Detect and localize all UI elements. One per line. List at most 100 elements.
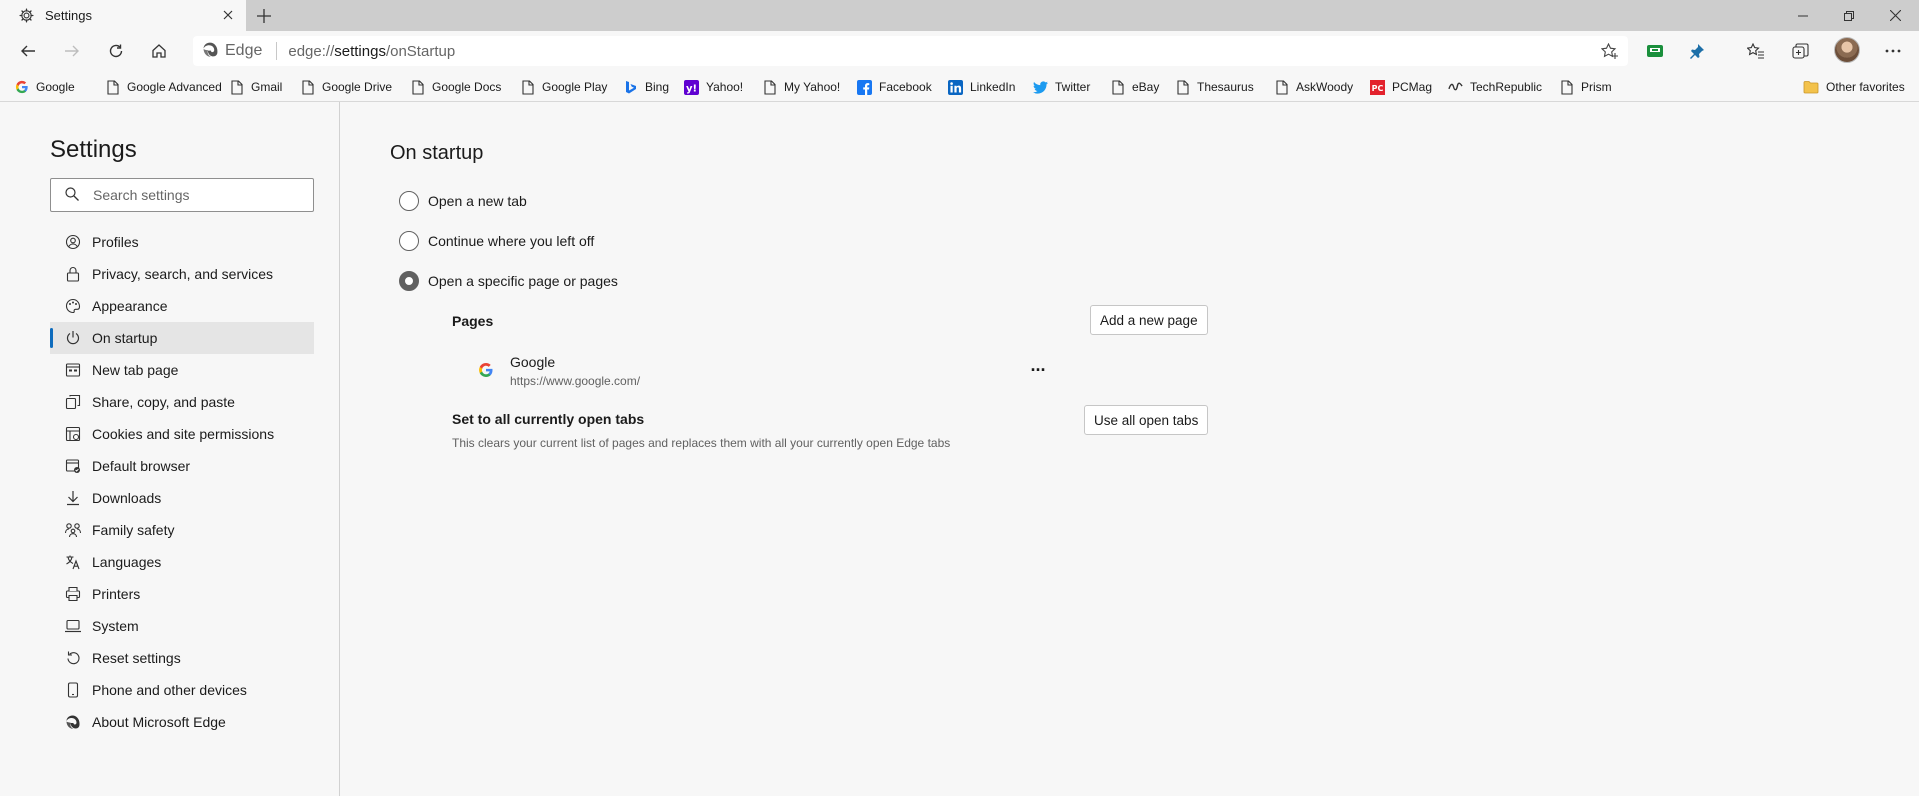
favorite-yahoo[interactable]: y! Yahoo! bbox=[684, 77, 743, 97]
favorite-bing[interactable]: Bing bbox=[623, 77, 669, 97]
sidebar-item-label: Languages bbox=[92, 554, 162, 570]
favorite-label: PCMag bbox=[1392, 80, 1433, 94]
bing-icon bbox=[623, 80, 638, 95]
favorite-twitter[interactable]: Twitter bbox=[1033, 77, 1090, 97]
address-bar[interactable]: Edge edge://settings/onStartup bbox=[193, 36, 1628, 66]
favorites-bar: Google Google Advanced Gmail Google Drive Go… bbox=[0, 71, 1919, 102]
favorite-google-docs[interactable]: Google Docs bbox=[410, 77, 501, 97]
favorite-label: TechRepublic bbox=[1470, 80, 1543, 94]
radio-open-new-tab[interactable] bbox=[399, 191, 419, 211]
svg-text:PC: PC bbox=[1372, 83, 1384, 92]
add-new-page-button[interactable]: Add a new page bbox=[1090, 305, 1208, 335]
new-tab-button[interactable] bbox=[252, 4, 276, 28]
profile-avatar[interactable] bbox=[1834, 37, 1860, 63]
sidebar-item-label: Downloads bbox=[92, 490, 162, 506]
google-favicon-icon bbox=[478, 362, 494, 378]
tab-settings[interactable]: Settings bbox=[0, 0, 246, 31]
sidebar-item-family-safety[interactable]: Family safety bbox=[50, 514, 314, 546]
settings-and-more-icon[interactable] bbox=[1878, 37, 1908, 65]
favorite-google-play[interactable]: Google Play bbox=[520, 77, 607, 97]
favorite-label: eBay bbox=[1132, 80, 1160, 94]
set-all-tabs-description: This clears your current list of pages a… bbox=[452, 436, 951, 450]
sidebar-item-privacy-search-and-services[interactable]: Privacy, search, and services bbox=[50, 258, 314, 290]
favorite-ebay[interactable]: eBay bbox=[1110, 77, 1159, 97]
refresh-button[interactable] bbox=[101, 37, 131, 65]
favorite-thesaurus[interactable]: Thesaurus bbox=[1175, 77, 1254, 97]
page-icon bbox=[300, 79, 315, 95]
edge-logo-icon bbox=[202, 41, 219, 61]
favorite-google[interactable]: Google bbox=[14, 77, 75, 97]
forward-button[interactable] bbox=[57, 37, 87, 65]
sidebar-item-profiles[interactable]: Profiles bbox=[50, 226, 314, 258]
favorites-icon[interactable] bbox=[1741, 37, 1771, 65]
option-label: Continue where you left off bbox=[428, 233, 595, 249]
sidebar-item-languages[interactable]: Languages bbox=[50, 546, 314, 578]
sidebar-item-default-browser[interactable]: Default browser bbox=[50, 450, 314, 482]
radio-continue-where-left-off[interactable] bbox=[399, 231, 419, 251]
sidebar-item-new-tab-page[interactable]: New tab page bbox=[50, 354, 314, 386]
page-icon bbox=[1110, 79, 1125, 95]
sidebar-item-label: System bbox=[92, 618, 139, 634]
set-all-tabs-label: Set to all currently open tabs bbox=[452, 411, 645, 427]
extension-green-icon[interactable] bbox=[1640, 37, 1670, 65]
favorite-facebook[interactable]: Facebook bbox=[857, 77, 932, 97]
page-entry-name: Google bbox=[510, 354, 556, 370]
close-window-button[interactable] bbox=[1872, 0, 1918, 31]
favorite-pcmag[interactable]: PC PCMag bbox=[1370, 77, 1432, 97]
edge-site-info[interactable]: Edge bbox=[193, 36, 262, 66]
page-icon bbox=[229, 79, 244, 95]
option-continue-where-left-off[interactable]: Continue where you left off bbox=[399, 230, 594, 252]
yahoo-icon: y! bbox=[684, 79, 699, 95]
sidebar-item-about-microsoft-edge[interactable]: About Microsoft Edge bbox=[50, 706, 314, 738]
tab-title: Settings bbox=[45, 8, 92, 23]
phone-icon bbox=[64, 681, 82, 699]
add-favorite-icon[interactable] bbox=[1600, 42, 1620, 60]
page-icon bbox=[1175, 79, 1190, 95]
folder-icon bbox=[1803, 80, 1819, 94]
favorite-gmail[interactable]: Gmail bbox=[229, 77, 282, 97]
favorite-my-yahoo[interactable]: My Yahoo! bbox=[762, 77, 840, 97]
favorite-google-drive[interactable]: Google Drive bbox=[300, 77, 392, 97]
search-settings-box[interactable] bbox=[50, 178, 314, 212]
sidebar-item-printers[interactable]: Printers bbox=[50, 578, 314, 610]
url-host: settings bbox=[334, 42, 386, 60]
home-button[interactable] bbox=[144, 37, 174, 65]
favorite-label: LinkedIn bbox=[970, 80, 1016, 94]
sidebar-item-reset-settings[interactable]: Reset settings bbox=[50, 642, 314, 674]
url-text[interactable]: edge://settings/onStartup bbox=[288, 43, 455, 60]
page-icon bbox=[410, 79, 425, 95]
restore-button[interactable] bbox=[1826, 0, 1872, 31]
favorite-techrepublic[interactable]: TechRepublic bbox=[1448, 77, 1542, 97]
sidebar-item-label: Phone and other devices bbox=[92, 682, 247, 698]
sidebar-item-system[interactable]: System bbox=[50, 610, 314, 642]
sidebar-item-downloads[interactable]: Downloads bbox=[50, 482, 314, 514]
settings-sidebar: Settings Profiles Privacy, search, and se… bbox=[0, 102, 340, 796]
extension-pin-icon[interactable] bbox=[1682, 37, 1712, 65]
search-settings-input[interactable] bbox=[93, 187, 293, 203]
favorite-askwoody[interactable]: AskWoody bbox=[1274, 77, 1353, 97]
family-icon bbox=[64, 521, 82, 539]
laptop-icon bbox=[64, 617, 82, 635]
other-favorites-folder[interactable]: Other favorites bbox=[1803, 77, 1905, 97]
sidebar-item-cookies-and-site-permissions[interactable]: Cookies and site permissions bbox=[50, 418, 314, 450]
option-open-specific-pages[interactable]: Open a specific page or pages bbox=[399, 270, 618, 292]
google-g-icon bbox=[14, 80, 29, 95]
favorite-google-advanced[interactable]: Google Advanced bbox=[105, 77, 222, 97]
option-open-new-tab[interactable]: Open a new tab bbox=[399, 190, 527, 212]
favorite-label: Google Play bbox=[542, 80, 608, 94]
close-tab-icon[interactable] bbox=[220, 7, 236, 23]
back-button[interactable] bbox=[13, 37, 43, 65]
favorite-linkedin[interactable]: LinkedIn bbox=[948, 77, 1015, 97]
sidebar-item-appearance[interactable]: Appearance bbox=[50, 290, 314, 322]
sidebar-item-phone-and-other-devices[interactable]: Phone and other devices bbox=[50, 674, 314, 706]
minimize-button[interactable] bbox=[1780, 0, 1826, 31]
radio-open-specific-pages[interactable] bbox=[399, 271, 419, 291]
sidebar-item-share-copy-and-paste[interactable]: Share, copy, and paste bbox=[50, 386, 314, 418]
collections-icon[interactable] bbox=[1785, 37, 1815, 65]
favorite-label: Gmail bbox=[251, 80, 283, 94]
tab-strip: Settings bbox=[0, 0, 1919, 31]
favorite-prism[interactable]: Prism bbox=[1559, 77, 1612, 97]
more-actions-button[interactable]: ··· bbox=[1024, 358, 1052, 382]
sidebar-item-on-startup[interactable]: On startup bbox=[50, 322, 314, 354]
use-all-open-tabs-button[interactable]: Use all open tabs bbox=[1084, 405, 1209, 435]
